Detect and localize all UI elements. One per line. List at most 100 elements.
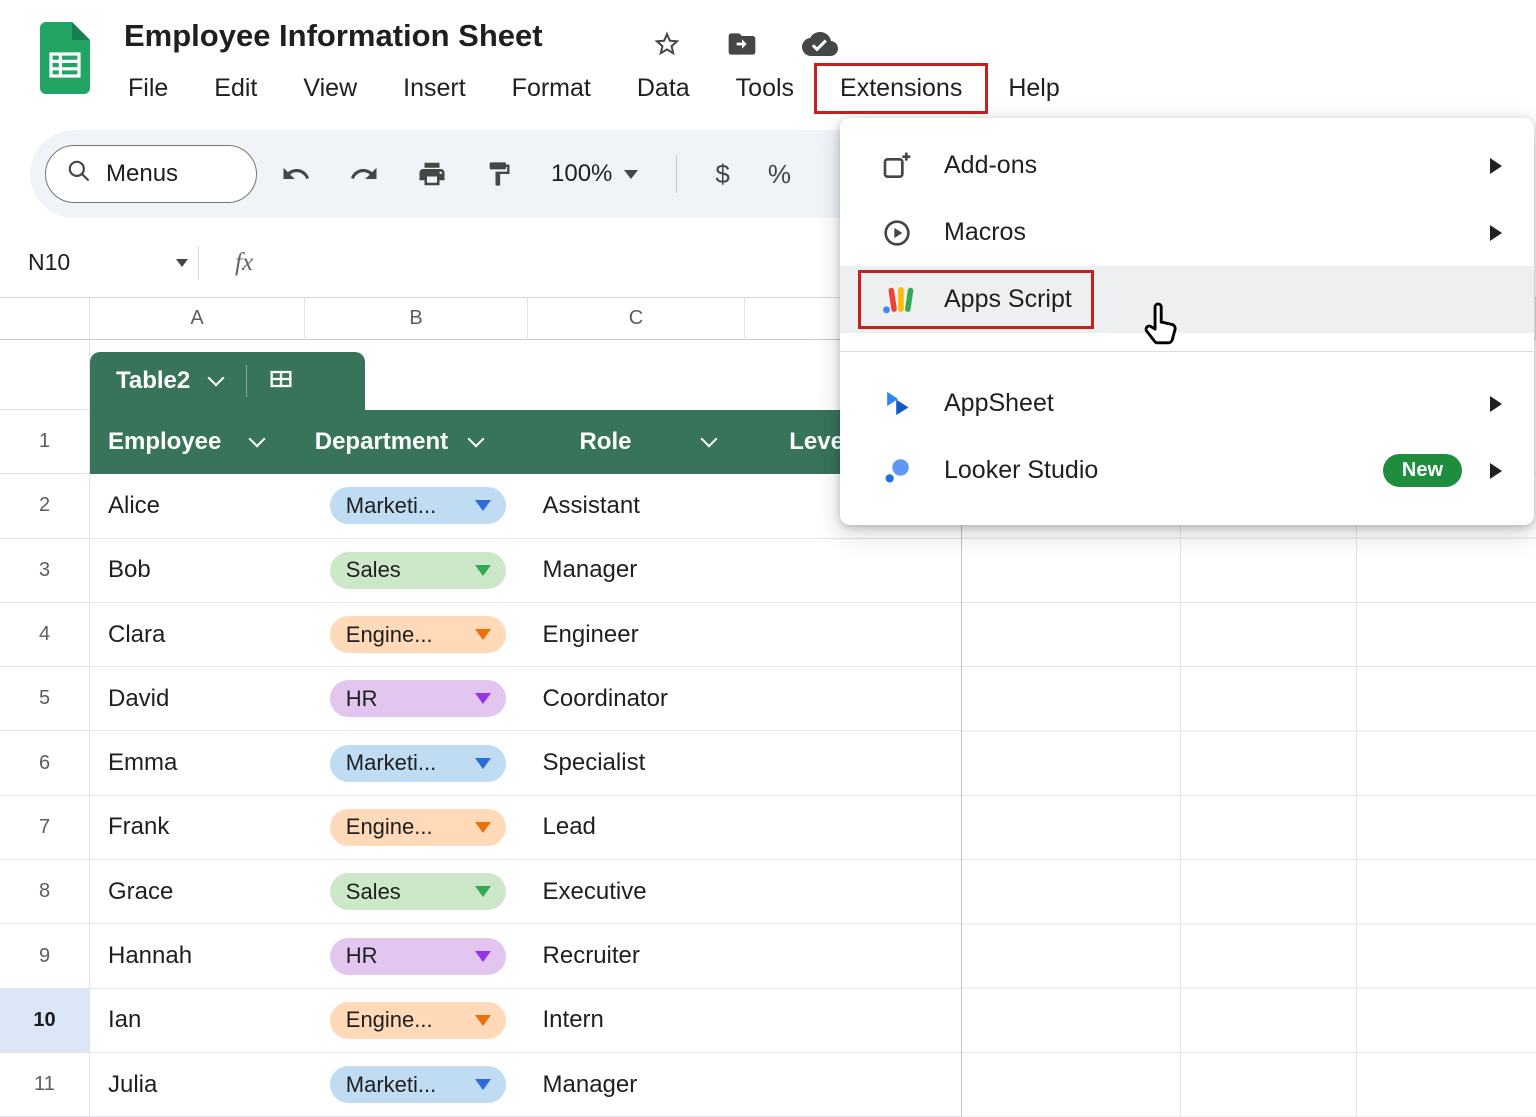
menu-extensions[interactable]: Extensions <box>817 66 985 111</box>
chip-dropdown-icon <box>475 758 491 769</box>
cloud-saved-icon[interactable] <box>802 26 838 62</box>
department-chip[interactable]: Engine... <box>330 809 506 846</box>
department-chip[interactable]: HR <box>330 680 506 717</box>
department-cell: Sales <box>305 860 528 923</box>
row-header-8[interactable]: 8 <box>0 860 90 924</box>
menu-data[interactable]: Data <box>614 66 713 111</box>
level-cell[interactable] <box>744 1053 961 1116</box>
role-cell[interactable]: Engineer <box>528 603 745 666</box>
department-chip[interactable]: Marketi... <box>330 487 506 524</box>
department-chip[interactable]: Marketi... <box>330 745 506 782</box>
menu-edit[interactable]: Edit <box>191 66 280 111</box>
paint-format-icon[interactable] <box>485 160 513 188</box>
role-cell[interactable]: Executive <box>528 860 745 923</box>
star-icon[interactable] <box>652 29 682 59</box>
chip-dropdown-icon <box>475 565 491 576</box>
role-cell[interactable]: Lead <box>528 796 745 859</box>
department-chip[interactable]: Engine... <box>330 1002 506 1039</box>
department-cell: Engine... <box>305 989 528 1052</box>
level-cell[interactable] <box>744 796 961 859</box>
row-header-7[interactable]: 7 <box>0 796 90 860</box>
level-cell[interactable] <box>744 860 961 923</box>
table-row: Ian Engine... Intern <box>90 989 961 1053</box>
column-header-b[interactable]: B <box>305 298 528 340</box>
row-header-5[interactable]: 5 <box>0 667 90 731</box>
level-cell[interactable] <box>744 603 961 666</box>
menu-view[interactable]: View <box>280 66 380 111</box>
row-header-4[interactable]: 4 <box>0 603 90 667</box>
role-cell[interactable]: Assistant <box>528 474 745 537</box>
employee-cell[interactable]: Julia <box>90 1053 305 1116</box>
employee-cell[interactable]: Grace <box>90 860 305 923</box>
menus-search-box[interactable]: Menus <box>45 145 257 203</box>
department-chip[interactable]: Marketi... <box>330 1066 506 1103</box>
employee-cell[interactable]: David <box>90 667 305 730</box>
level-cell[interactable] <box>744 989 961 1052</box>
employee-cell[interactable]: Ian <box>90 989 305 1052</box>
row-header-2[interactable]: 2 <box>0 474 90 538</box>
format-percent-icon[interactable]: % <box>768 159 791 190</box>
document-title[interactable]: Employee Information Sheet <box>124 18 543 54</box>
department-chip[interactable]: Engine... <box>330 616 506 653</box>
row-header-9[interactable]: 9 <box>0 924 90 988</box>
employee-cell[interactable]: Clara <box>90 603 305 666</box>
menu-item-macros[interactable]: Macros <box>840 199 1534 266</box>
name-box[interactable]: N10 <box>0 249 188 276</box>
header-employee[interactable]: Employee <box>90 428 305 456</box>
table-grid-icon[interactable] <box>267 365 295 398</box>
department-chip[interactable]: Sales <box>330 873 506 910</box>
employee-cell[interactable]: Emma <box>90 731 305 794</box>
menu-item-looker-studio[interactable]: Looker Studio New <box>840 437 1534 504</box>
sheets-logo-icon[interactable] <box>38 22 92 94</box>
role-cell[interactable]: Intern <box>528 989 745 1052</box>
menu-item-apps-script[interactable]: Apps Script <box>840 266 1534 333</box>
zoom-selector[interactable]: 100% <box>551 160 638 188</box>
row-header-10-selected[interactable]: 10 <box>0 989 90 1053</box>
menu-file[interactable]: File <box>105 66 191 111</box>
table-row: Grace Sales Executive <box>90 860 961 924</box>
chevron-down-icon <box>208 369 225 386</box>
row-header-6[interactable]: 6 <box>0 731 90 795</box>
chip-label: Marketi... <box>346 493 436 519</box>
employee-cell[interactable]: Frank <box>90 796 305 859</box>
header-department[interactable]: Department <box>305 428 528 456</box>
move-folder-icon[interactable] <box>726 28 758 60</box>
level-cell[interactable] <box>744 731 961 794</box>
level-cell[interactable] <box>744 924 961 987</box>
menu-item-add-ons[interactable]: Add-ons <box>840 132 1534 199</box>
menu-divider <box>840 351 1534 352</box>
header-role[interactable]: Role <box>527 428 744 456</box>
level-cell[interactable] <box>744 667 961 730</box>
department-cell: HR <box>305 924 528 987</box>
format-currency-icon[interactable]: $ <box>715 159 729 190</box>
row-header-3[interactable]: 3 <box>0 539 90 603</box>
employee-cell[interactable]: Alice <box>90 474 305 537</box>
menu-format[interactable]: Format <box>489 66 614 111</box>
role-cell[interactable]: Recruiter <box>528 924 745 987</box>
chip-dropdown-icon <box>475 629 491 640</box>
column-header-a[interactable]: A <box>90 298 305 340</box>
menu-item-appsheet[interactable]: AppSheet <box>840 370 1534 437</box>
table-name-tab[interactable]: Table2 <box>90 352 365 410</box>
role-cell[interactable]: Manager <box>528 1053 745 1116</box>
row-header-11[interactable]: 11 <box>0 1053 90 1117</box>
undo-icon[interactable] <box>281 159 311 189</box>
menu-insert[interactable]: Insert <box>380 66 489 111</box>
role-cell[interactable]: Manager <box>528 539 745 602</box>
department-chip[interactable]: HR <box>330 938 506 975</box>
role-cell[interactable]: Specialist <box>528 731 745 794</box>
select-all-corner[interactable] <box>0 298 90 340</box>
menu-tools[interactable]: Tools <box>713 66 817 111</box>
column-header-c[interactable]: C <box>528 298 745 340</box>
employee-cell[interactable]: Hannah <box>90 924 305 987</box>
employee-cell[interactable]: Bob <box>90 539 305 602</box>
redo-icon[interactable] <box>349 159 379 189</box>
department-chip[interactable]: Sales <box>330 552 506 589</box>
role-cell[interactable]: Coordinator <box>528 667 745 730</box>
level-cell[interactable] <box>744 539 961 602</box>
menu-help[interactable]: Help <box>985 66 1082 111</box>
extensions-menu: Add-ons Macros Apps Script <box>840 118 1534 525</box>
chip-dropdown-icon <box>475 500 491 511</box>
print-icon[interactable] <box>417 159 447 189</box>
row-header-1[interactable]: 1 <box>0 410 90 474</box>
